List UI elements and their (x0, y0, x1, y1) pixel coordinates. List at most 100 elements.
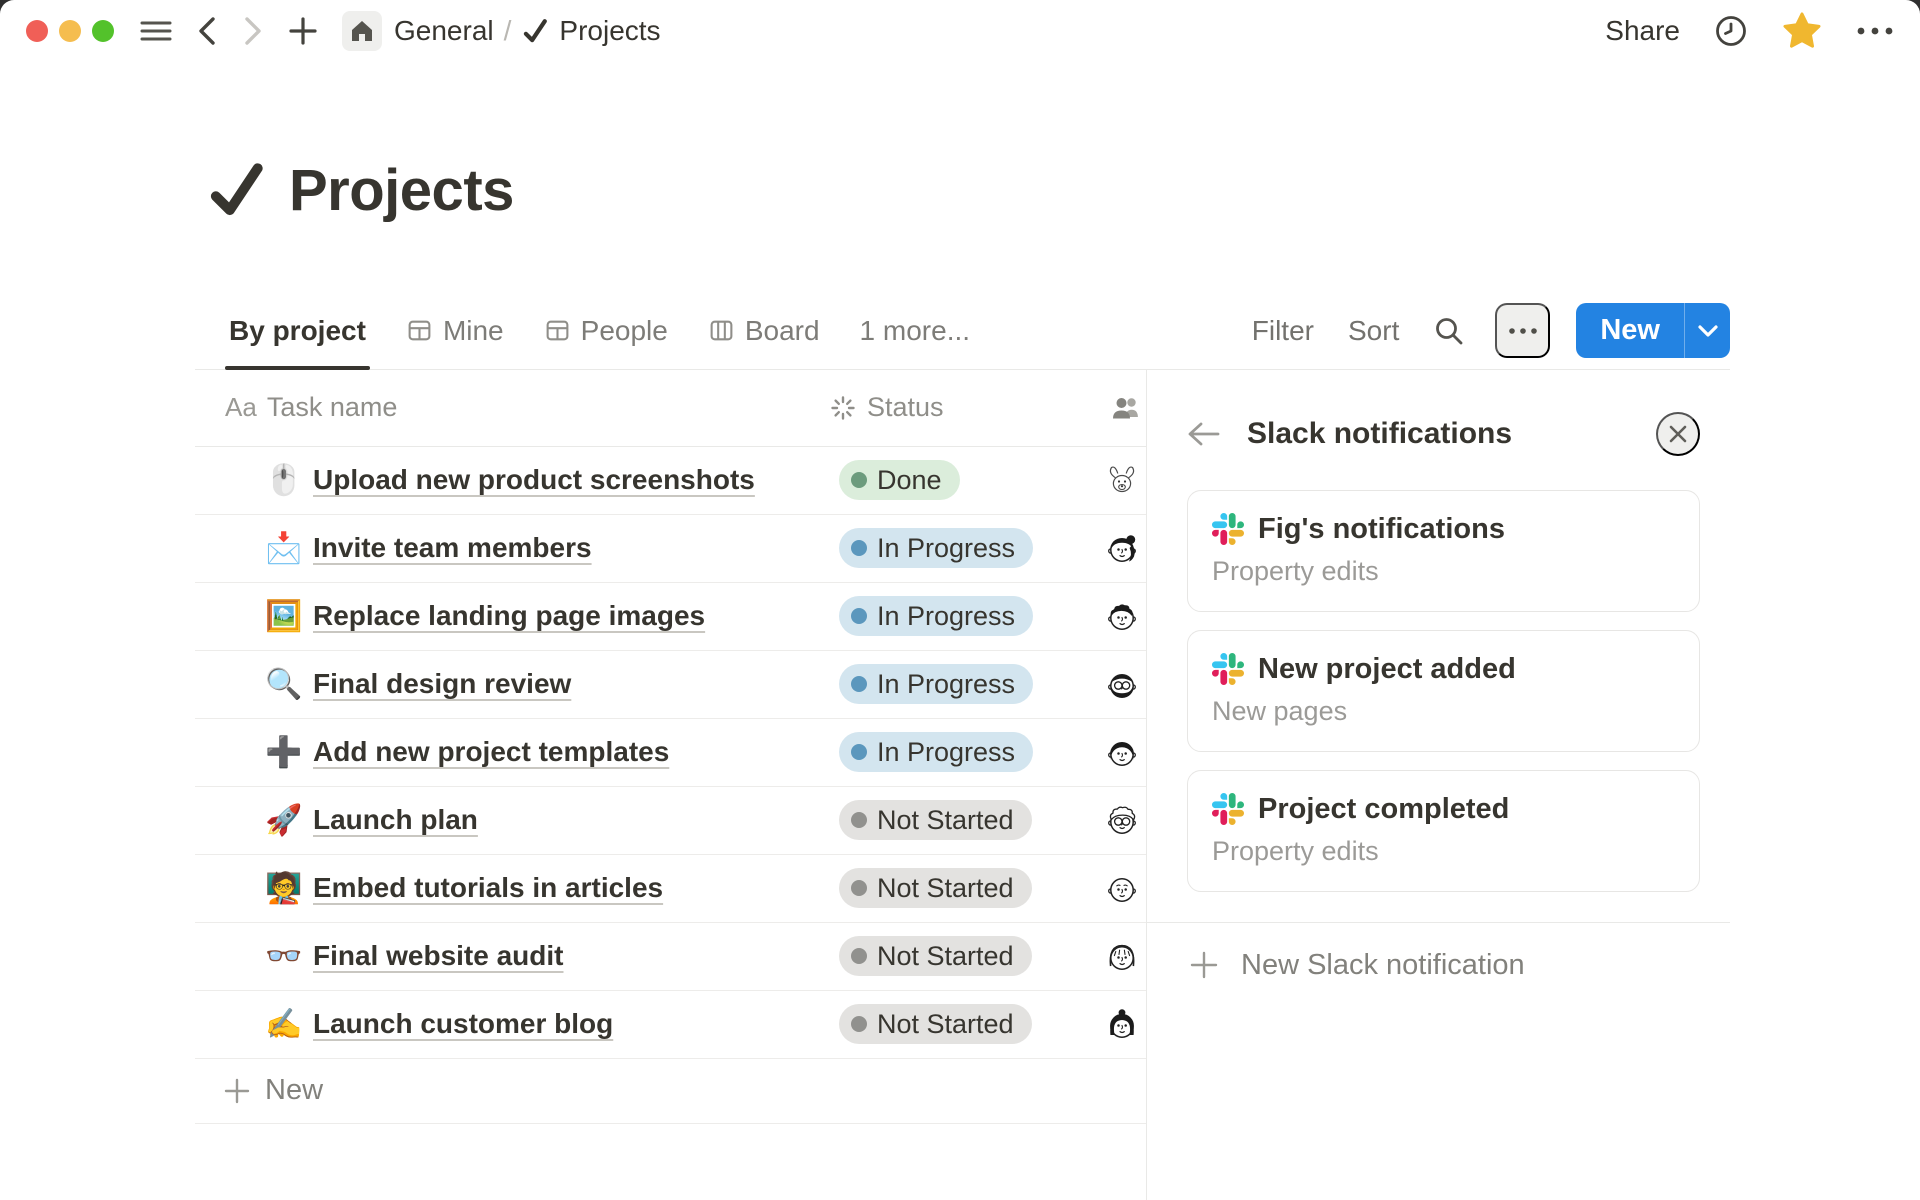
panel-close-button[interactable] (1656, 412, 1700, 456)
status-pill[interactable]: In Progress (839, 732, 1033, 772)
avatar[interactable] (1102, 460, 1142, 500)
view-type-icon (708, 317, 735, 344)
status-pill[interactable]: Not Started (839, 800, 1032, 840)
avatar[interactable] (1102, 936, 1142, 976)
status-pill[interactable]: In Progress (839, 664, 1033, 704)
status-pill[interactable]: Not Started (839, 868, 1032, 908)
column-people[interactable] (1100, 393, 1146, 423)
notion-window: General / Projects Share (0, 0, 1920, 1200)
more-options-button[interactable] (1856, 26, 1894, 36)
column-status[interactable]: Status (829, 392, 1100, 423)
view-tab-label: By project (229, 315, 366, 347)
task-emoji-icon: 🖼️ (265, 599, 301, 634)
updates-button[interactable] (1714, 14, 1748, 48)
status-label: In Progress (877, 601, 1015, 632)
task-name-link[interactable]: Upload new product screenshots (313, 464, 755, 496)
view-tab-board[interactable]: Board (708, 293, 820, 369)
home-button[interactable] (342, 11, 382, 51)
table-row[interactable]: 🚀 Launch plan Not Started (195, 787, 1146, 855)
avatar[interactable] (1102, 664, 1142, 704)
status-pill[interactable]: Done (839, 460, 960, 500)
task-name-link[interactable]: Launch plan (313, 804, 478, 836)
hamburger-icon (140, 19, 172, 43)
status-label: Done (877, 465, 942, 496)
status-pill[interactable]: Not Started (839, 936, 1032, 976)
slack-notification-card[interactable]: Project completed Property edits (1187, 770, 1700, 892)
task-name-link[interactable]: Final website audit (313, 940, 563, 972)
filter-button[interactable]: Filter (1252, 315, 1314, 347)
status-label: Not Started (877, 941, 1014, 972)
notification-cards: Fig's notifications Property edits New p… (1187, 490, 1700, 892)
task-name-link[interactable]: Launch customer blog (313, 1008, 613, 1040)
minimize-window-button[interactable] (59, 20, 81, 42)
task-emoji-icon: 🚀 (265, 803, 301, 838)
slack-logo-icon (1212, 513, 1244, 545)
new-button-label[interactable]: New (1576, 303, 1684, 358)
ellipsis-icon (1508, 327, 1538, 335)
new-button[interactable]: New (1576, 303, 1730, 358)
share-button[interactable]: Share (1605, 15, 1680, 47)
table-row[interactable]: 🧑‍🏫 Embed tutorials in articles Not Star… (195, 855, 1146, 923)
search-button[interactable] (1433, 315, 1465, 347)
breadcrumb-section[interactable]: General (394, 15, 494, 47)
avatar[interactable] (1102, 528, 1142, 568)
status-pill[interactable]: Not Started (839, 1004, 1032, 1044)
view-tab-people[interactable]: People (544, 293, 668, 369)
task-name-link[interactable]: Replace landing page images (313, 600, 705, 632)
slack-notifications-panel: Slack notifications Fig's notifications … (1146, 370, 1730, 1200)
table-row[interactable]: 🖱️ Upload new product screenshots Done (195, 447, 1146, 515)
view-more-button[interactable] (1495, 303, 1550, 358)
slack-notification-card[interactable]: New project added New pages (1187, 630, 1700, 752)
view-tab-label: 1 more... (860, 315, 970, 347)
zoom-window-button[interactable] (92, 20, 114, 42)
view-tab-by-project[interactable]: By project (229, 293, 366, 369)
new-tab-button[interactable] (288, 16, 318, 46)
task-emoji-icon: 📩 (265, 531, 301, 566)
avatar[interactable] (1102, 1004, 1142, 1044)
panel-back-button[interactable] (1187, 421, 1221, 447)
page-title: Projects (289, 157, 514, 224)
chevron-down-icon[interactable] (1685, 303, 1730, 358)
sort-button[interactable]: Sort (1348, 315, 1399, 347)
new-slack-notification-button[interactable]: New Slack notification (1187, 923, 1700, 982)
task-name-link[interactable]: Add new project templates (313, 736, 669, 768)
task-name-link[interactable]: Embed tutorials in articles (313, 872, 663, 904)
sidebar-menu-button[interactable] (140, 19, 172, 43)
avatar[interactable] (1102, 800, 1142, 840)
new-task-row[interactable]: New (195, 1059, 1146, 1124)
status-pill[interactable]: In Progress (839, 596, 1033, 636)
back-button[interactable] (196, 15, 218, 47)
notification-card-subtitle: Property edits (1212, 556, 1675, 587)
table-row[interactable]: 🔍 Final design review In Progress (195, 651, 1146, 719)
table-row[interactable]: ➕ Add new project templates In Progress (195, 719, 1146, 787)
view-tab-mine[interactable]: Mine (406, 293, 504, 369)
favorite-button[interactable] (1782, 12, 1822, 50)
forward-button[interactable] (242, 15, 264, 47)
slack-logo-icon (1212, 653, 1244, 685)
avatar[interactable] (1102, 868, 1142, 908)
avatar[interactable] (1102, 596, 1142, 636)
view-tab-label: Board (745, 315, 820, 347)
task-emoji-icon: 🖱️ (265, 463, 301, 498)
new-slack-notification-label: New Slack notification (1241, 949, 1525, 982)
task-name-link[interactable]: Final design review (313, 668, 571, 700)
view-tab-1-more-[interactable]: 1 more... (860, 293, 970, 369)
slack-notification-card[interactable]: Fig's notifications Property edits (1187, 490, 1700, 612)
close-window-button[interactable] (26, 20, 48, 42)
chevron-left-icon (196, 15, 218, 47)
status-label: In Progress (877, 669, 1015, 700)
plus-icon (288, 16, 318, 46)
status-dot-icon (851, 744, 867, 760)
notification-card-title: Project completed (1258, 793, 1509, 826)
avatar[interactable] (1102, 732, 1142, 772)
column-task-name[interactable]: Aa Task name (195, 392, 829, 423)
slack-logo-icon (1212, 793, 1244, 825)
breadcrumb-page[interactable]: Projects (559, 15, 660, 47)
plus-icon (1189, 950, 1219, 980)
table-row[interactable]: 📩 Invite team members In Progress (195, 515, 1146, 583)
status-pill[interactable]: In Progress (839, 528, 1033, 568)
task-name-link[interactable]: Invite team members (313, 532, 592, 564)
table-row[interactable]: ✍️ Launch customer blog Not Started (195, 991, 1146, 1059)
table-row[interactable]: 👓 Final website audit Not Started (195, 923, 1146, 991)
table-row[interactable]: 🖼️ Replace landing page images In Progre… (195, 583, 1146, 651)
